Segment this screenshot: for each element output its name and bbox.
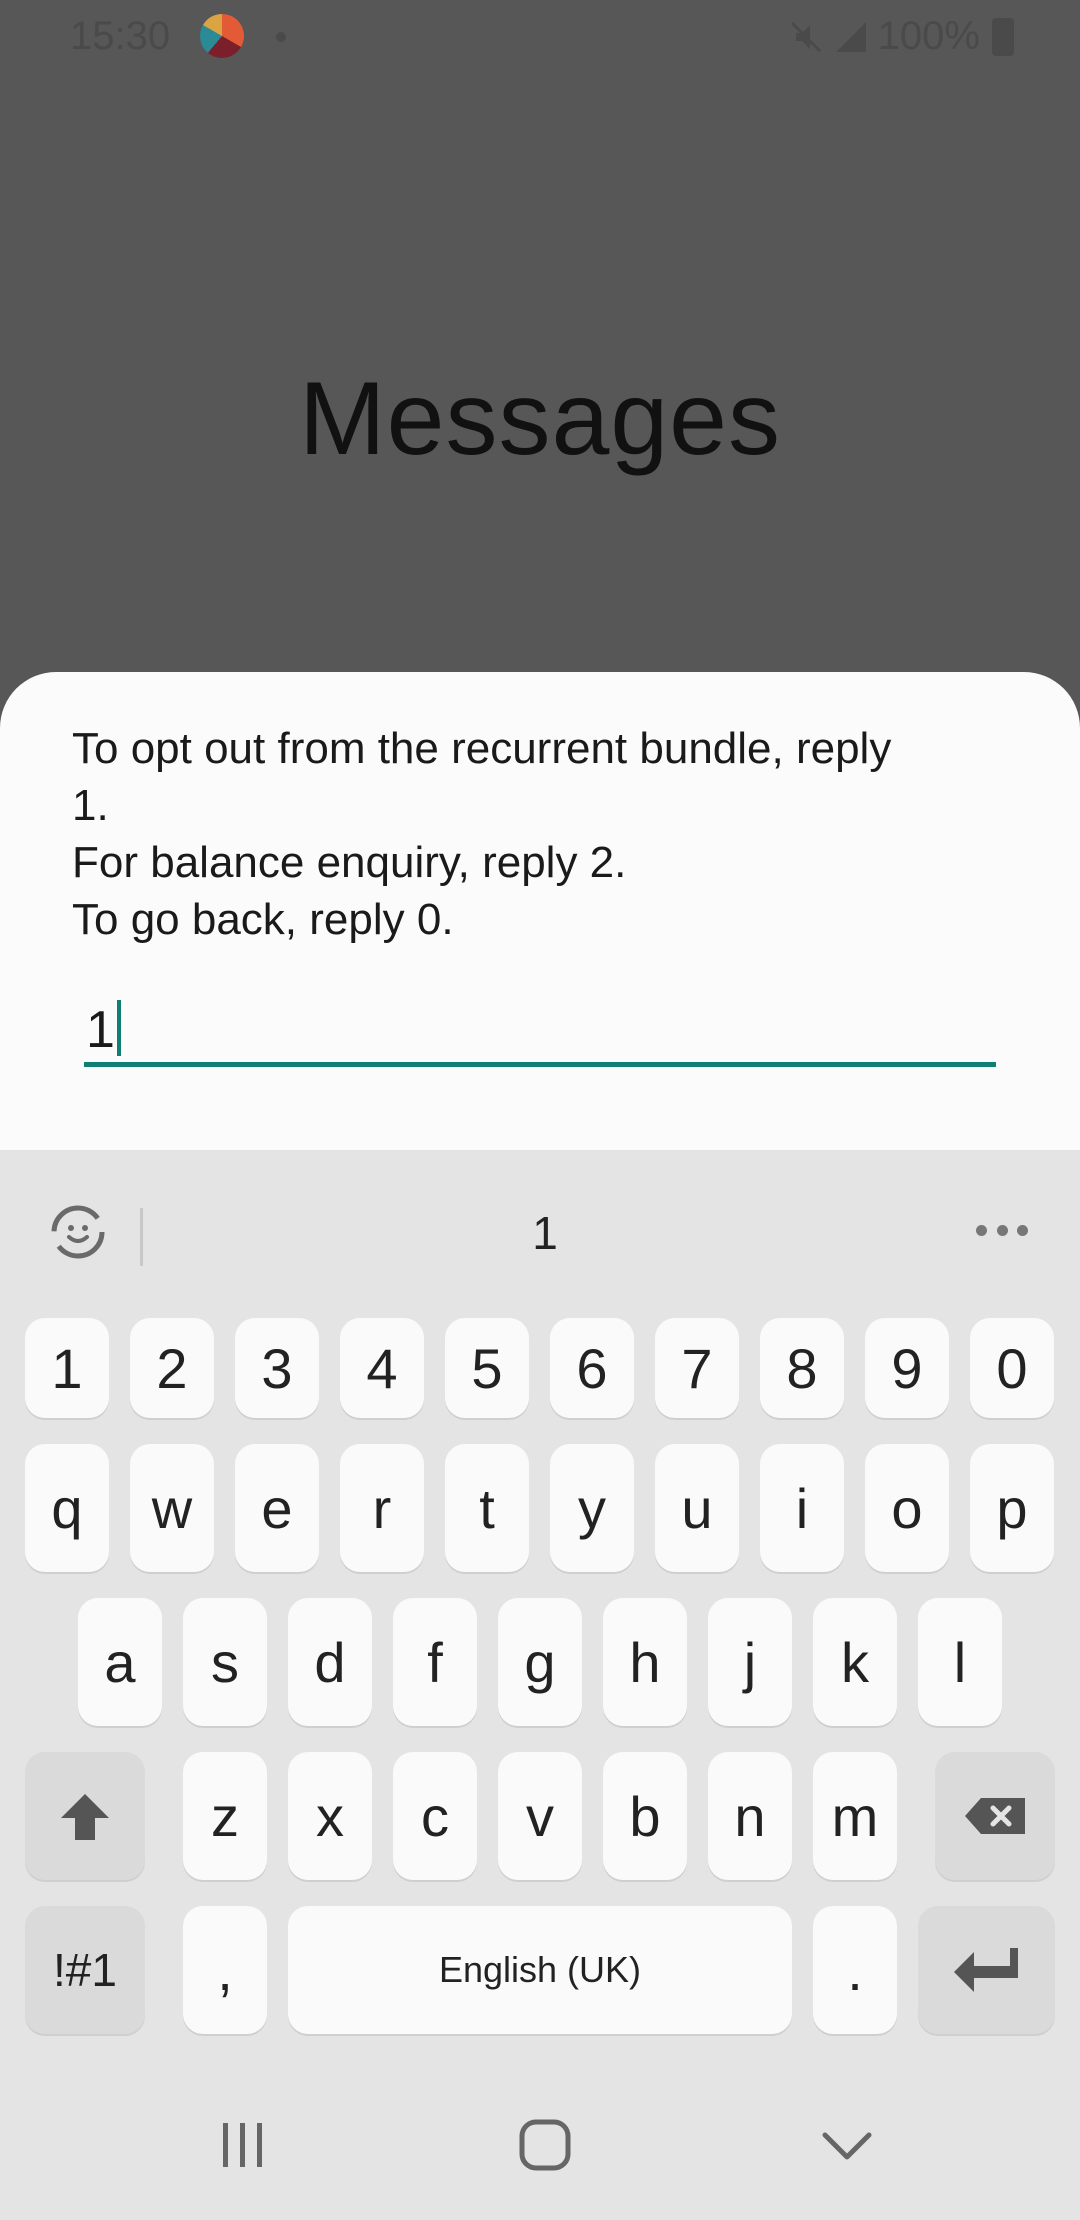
key-9[interactable]: 9 bbox=[865, 1318, 949, 1418]
key-c[interactable]: c bbox=[393, 1752, 477, 1880]
app-notification-icon bbox=[200, 14, 244, 58]
key-v[interactable]: v bbox=[498, 1752, 582, 1880]
key-h[interactable]: h bbox=[603, 1598, 687, 1726]
key-g[interactable]: g bbox=[498, 1598, 582, 1726]
shift-arrow-icon bbox=[61, 1794, 109, 1840]
enter-key[interactable] bbox=[918, 1906, 1055, 2034]
key-p[interactable]: p bbox=[970, 1444, 1054, 1572]
key-1[interactable]: 1 bbox=[25, 1318, 109, 1418]
key-6[interactable]: 6 bbox=[550, 1318, 634, 1418]
home-icon bbox=[519, 2119, 571, 2171]
key-8[interactable]: 8 bbox=[760, 1318, 844, 1418]
key-7[interactable]: 7 bbox=[655, 1318, 739, 1418]
battery-percent: 100% bbox=[877, 14, 980, 58]
key-3[interactable]: 3 bbox=[235, 1318, 319, 1418]
symbols-key[interactable]: !#1 bbox=[25, 1906, 145, 2034]
app-title: Messages bbox=[299, 361, 781, 477]
comma-key[interactable]: , bbox=[183, 1906, 267, 2034]
hide-keyboard-button[interactable] bbox=[797, 2100, 897, 2190]
mute-icon bbox=[790, 21, 821, 52]
navigation-bar bbox=[0, 2070, 1080, 2220]
soft-keyboard: 1 1 2 3 4 5 6 7 8 9 0 q w e r t y u i o … bbox=[0, 1150, 1080, 2220]
key-y[interactable]: y bbox=[550, 1444, 634, 1572]
status-time: 15:30 bbox=[70, 14, 171, 58]
recent-apps-button[interactable] bbox=[193, 2100, 293, 2190]
notification-dot-icon bbox=[276, 32, 286, 42]
recent-apps-icon bbox=[223, 2123, 262, 2167]
status-right: 100% bbox=[788, 14, 1014, 59]
key-i[interactable]: i bbox=[760, 1444, 844, 1572]
backspace-key[interactable] bbox=[935, 1752, 1055, 1880]
key-u[interactable]: u bbox=[655, 1444, 739, 1572]
suggestion-bar: 1 bbox=[0, 1150, 1080, 1310]
key-q[interactable]: q bbox=[25, 1444, 109, 1572]
dialog-message: To opt out from the recurrent bundle, re… bbox=[72, 724, 892, 944]
more-options-icon[interactable] bbox=[976, 1210, 1028, 1250]
battery-icon bbox=[992, 17, 1014, 56]
home-button[interactable] bbox=[495, 2100, 595, 2190]
enter-icon bbox=[953, 1948, 1018, 1992]
key-a[interactable]: a bbox=[78, 1598, 162, 1726]
suggestion-word[interactable]: 1 bbox=[0, 1206, 1080, 1260]
key-n[interactable]: n bbox=[708, 1752, 792, 1880]
text-caret bbox=[116, 1000, 121, 1056]
key-t[interactable]: t bbox=[445, 1444, 529, 1572]
key-m[interactable]: m bbox=[813, 1752, 897, 1880]
key-0[interactable]: 0 bbox=[970, 1318, 1054, 1418]
key-e[interactable]: e bbox=[235, 1444, 319, 1572]
key-w[interactable]: w bbox=[130, 1444, 214, 1572]
key-x[interactable]: x bbox=[288, 1752, 372, 1880]
shift-key[interactable] bbox=[25, 1752, 145, 1880]
key-l[interactable]: l bbox=[918, 1598, 1002, 1726]
key-2[interactable]: 2 bbox=[130, 1318, 214, 1418]
key-r[interactable]: r bbox=[340, 1444, 424, 1572]
space-key[interactable]: English (UK) bbox=[288, 1906, 792, 2034]
backspace-icon bbox=[965, 1798, 1025, 1834]
key-5[interactable]: 5 bbox=[445, 1318, 529, 1418]
key-z[interactable]: z bbox=[183, 1752, 267, 1880]
key-s[interactable]: s bbox=[183, 1598, 267, 1726]
reply-input-text: 1 bbox=[86, 1001, 115, 1059]
key-k[interactable]: k bbox=[813, 1598, 897, 1726]
key-j[interactable]: j bbox=[708, 1598, 792, 1726]
signal-icon bbox=[835, 21, 866, 52]
status-bar: 15:30 100% bbox=[0, 0, 1080, 72]
reply-input-field[interactable]: 1 bbox=[84, 1000, 996, 1067]
key-d[interactable]: d bbox=[288, 1598, 372, 1726]
reply-input-value[interactable]: 1 bbox=[86, 1000, 121, 1060]
key-4[interactable]: 4 bbox=[340, 1318, 424, 1418]
hide-keyboard-icon bbox=[822, 2132, 872, 2160]
key-b[interactable]: b bbox=[603, 1752, 687, 1880]
period-key[interactable]: . bbox=[813, 1906, 897, 2034]
key-f[interactable]: f bbox=[393, 1598, 477, 1726]
key-o[interactable]: o bbox=[865, 1444, 949, 1572]
ussd-dialog: To opt out from the recurrent bundle, re… bbox=[0, 672, 1080, 1150]
